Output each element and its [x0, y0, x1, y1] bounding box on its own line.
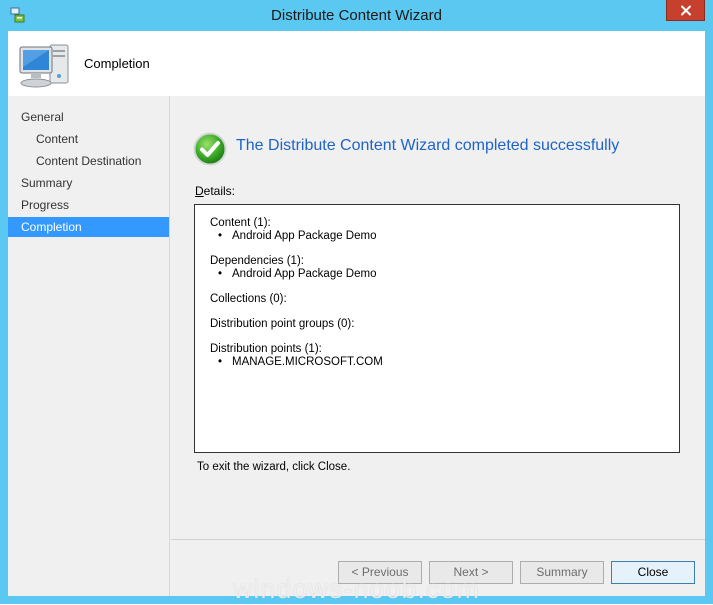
computer-icon [19, 44, 69, 88]
details-textbox[interactable]: Content (1):Android App Package DemoDepe… [194, 204, 680, 453]
wizard-client-area: Completion General Content Content Desti… [8, 31, 705, 596]
details-label-accelerator: D [195, 184, 204, 198]
details-section-item: Android App Package Demo [210, 230, 664, 243]
nav-item-content[interactable]: Content [8, 129, 169, 149]
details-section-title: Distribution points (1): [210, 343, 322, 355]
window-close-button[interactable] [666, 0, 705, 21]
nav-item-summary[interactable]: Summary [8, 173, 169, 193]
details-section-title: Dependencies (1): [210, 255, 304, 267]
details-section: Dependencies (1):Android App Package Dem… [210, 255, 664, 281]
wizard-nav: General Content Content Destination Summ… [8, 96, 170, 596]
details-section: Content (1):Android App Package Demo [210, 217, 664, 243]
details-section-item: Android App Package Demo [210, 268, 664, 281]
window-title: Distribute Content Wizard [271, 7, 442, 24]
details-section-title: Distribution point groups (0): [210, 318, 355, 330]
checkmark-icon [193, 132, 227, 166]
details-section-title: Collections (0): [210, 293, 287, 305]
next-button[interactable]: Next > [429, 561, 513, 584]
details-label-text: etails: [203, 184, 236, 198]
page-title: Completion [84, 56, 150, 71]
nav-item-completion[interactable]: Completion [8, 217, 169, 237]
details-label: Details: [195, 184, 235, 198]
exit-instructions: To exit the wizard, click Close. [197, 461, 351, 473]
wizard-header: Completion [8, 31, 705, 96]
previous-button[interactable]: < Previous [338, 561, 422, 584]
close-button[interactable]: Close [611, 561, 695, 584]
status-message: The Distribute Content Wizard completed … [236, 137, 620, 154]
wizard-window: Distribute Content Wizard Completion Gen… [0, 0, 713, 604]
wizard-main: The Distribute Content Wizard completed … [171, 96, 705, 596]
details-section: Distribution points (1):MANAGE.MICROSOFT… [210, 343, 664, 369]
wizard-app-icon [10, 7, 25, 23]
details-section-item: MANAGE.MICROSOFT.COM [210, 356, 664, 369]
summary-button[interactable]: Summary [520, 561, 604, 584]
details-section: Distribution point groups (0): [210, 318, 664, 331]
close-icon [680, 5, 691, 15]
details-section: Collections (0): [210, 293, 664, 306]
details-section-title: Content (1): [210, 217, 271, 229]
button-separator [171, 539, 705, 540]
nav-item-progress[interactable]: Progress [8, 195, 169, 215]
nav-item-content-destination[interactable]: Content Destination [8, 151, 169, 171]
nav-item-general[interactable]: General [8, 107, 169, 127]
title-bar[interactable]: Distribute Content Wizard [0, 0, 713, 31]
